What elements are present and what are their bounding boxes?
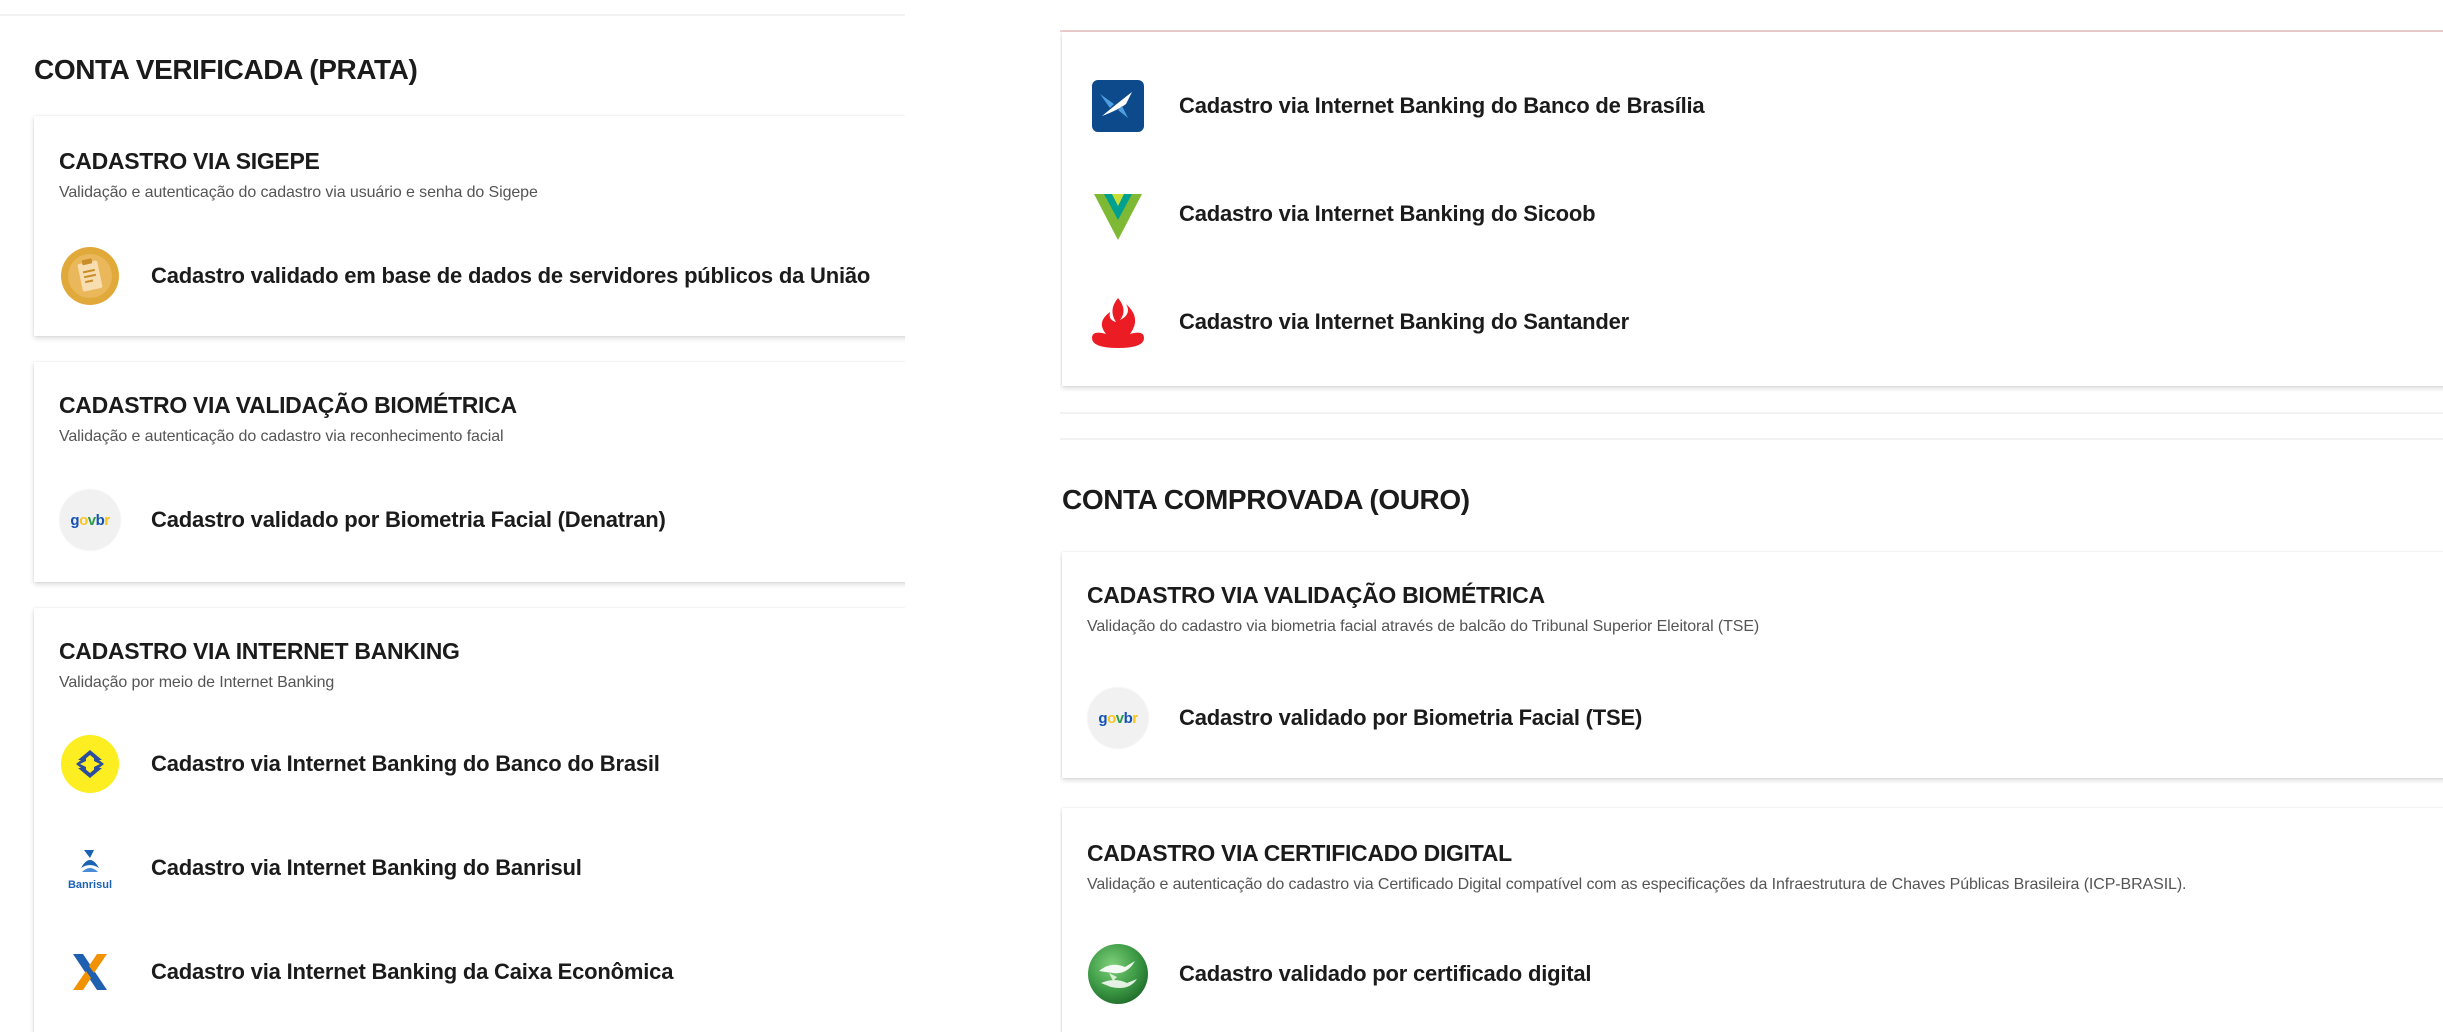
top-divider: [0, 14, 905, 16]
option-biometria-tse[interactable]: govbr Cadastro validado por Biometria Fa…: [1087, 686, 1642, 750]
card-title: CADASTRO VIA VALIDAÇÃO BIOMÉTRICA: [59, 392, 517, 418]
option-label: Cadastro via Internet Banking do Banco d…: [151, 751, 660, 776]
option-label: Cadastro via Internet Banking do Banco d…: [1179, 93, 1705, 118]
card-title: CADASTRO VIA VALIDAÇÃO BIOMÉTRICA: [1087, 582, 1545, 608]
option-biometria-denatran[interactable]: govbr Cadastro validado por Biometria Fa…: [59, 488, 666, 552]
brb-logo-icon: [1087, 75, 1149, 137]
card-internet-banking-continued: Cadastro via Internet Banking do Banco d…: [1062, 32, 2443, 386]
card-description: Validação por meio de Internet Banking: [59, 674, 335, 691]
left-panel: CONTA VERIFICADA (PRATA) CADASTRO VIA SI…: [0, 0, 905, 1032]
option-label: Cadastro via Internet Banking do Santand…: [1179, 309, 1630, 334]
option-label: Cadastro via Internet Banking do Sicoob: [1179, 201, 1596, 226]
option-sigepe[interactable]: Cadastro validado em base de dados de se…: [59, 244, 870, 308]
option-santander[interactable]: Cadastro via Internet Banking do Santand…: [1087, 290, 1629, 354]
card-description: Validação do cadastro via biometria faci…: [1087, 618, 1760, 635]
card-title: CADASTRO VIA CERTIFICADO DIGITAL: [1087, 840, 1512, 866]
card-description: Validação e autenticação do cadastro via…: [1087, 876, 2187, 893]
option-sicoob[interactable]: Cadastro via Internet Banking do Sicoob: [1087, 182, 1596, 246]
govbr-logo-icon: govbr: [59, 489, 121, 551]
option-brb[interactable]: Cadastro via Internet Banking do Banco d…: [1087, 74, 1705, 138]
card-description: Validação e autenticação do cadastro via…: [59, 428, 504, 445]
card-title: CADASTRO VIA INTERNET BANKING: [59, 638, 460, 664]
sicoob-logo-icon: [1087, 183, 1149, 245]
option-label: Cadastro via Internet Banking do Banrisu…: [151, 855, 582, 880]
santander-flame-icon: [1087, 291, 1149, 353]
right-panel: Cadastro via Internet Banking do Banco d…: [1060, 0, 2443, 1032]
card-certificado-digital: CADASTRO VIA CERTIFICADO DIGITAL Validaç…: [1062, 808, 2443, 1032]
card-biometria-prata: CADASTRO VIA VALIDAÇÃO BIOMÉTRICA Valida…: [34, 362, 905, 582]
card-description: Validação e autenticação do cadastro via…: [59, 184, 538, 201]
caixa-logo-icon: [59, 941, 121, 1003]
card-internet-banking: CADASTRO VIA INTERNET BANKING Validação …: [34, 608, 905, 1032]
card-sigepe: CADASTRO VIA SIGEPE Validação e autentic…: [34, 116, 905, 336]
option-label: Cadastro validado por certificado digita…: [1179, 961, 1592, 986]
govbr-logo-icon: govbr: [1087, 687, 1149, 749]
section-title-ouro: CONTA COMPROVADA (OURO): [1062, 484, 1470, 515]
option-banco-do-brasil[interactable]: Cadastro via Internet Banking do Banco d…: [59, 732, 660, 796]
card-biometria-ouro: CADASTRO VIA VALIDAÇÃO BIOMÉTRICA Valida…: [1062, 552, 2443, 778]
card-title: CADASTRO VIA SIGEPE: [59, 148, 320, 174]
option-label: Cadastro validado em base de dados de se…: [151, 263, 871, 288]
divider: [1060, 438, 2443, 440]
divider: [1060, 412, 2443, 414]
option-certificado-digital[interactable]: Cadastro validado por certificado digita…: [1087, 942, 1592, 1006]
banrisul-logo-icon: Banrisul: [59, 837, 121, 899]
option-label: Cadastro validado por Biometria Facial (…: [1179, 705, 1643, 730]
svg-text:Banrisul: Banrisul: [68, 879, 112, 891]
option-label: Cadastro via Internet Banking da Caixa E…: [151, 959, 674, 984]
option-label: Cadastro validado por Biometria Facial (…: [151, 507, 666, 532]
option-banrisul[interactable]: Banrisul Cadastro via Internet Banking d…: [59, 836, 582, 900]
section-title-prata: CONTA VERIFICADA (PRATA): [34, 54, 418, 85]
banco-do-brasil-logo-icon: [59, 733, 121, 795]
option-caixa[interactable]: Cadastro via Internet Banking da Caixa E…: [59, 940, 673, 1004]
sigepe-badge-icon: [59, 245, 121, 307]
certificado-digital-icon: [1087, 943, 1149, 1005]
